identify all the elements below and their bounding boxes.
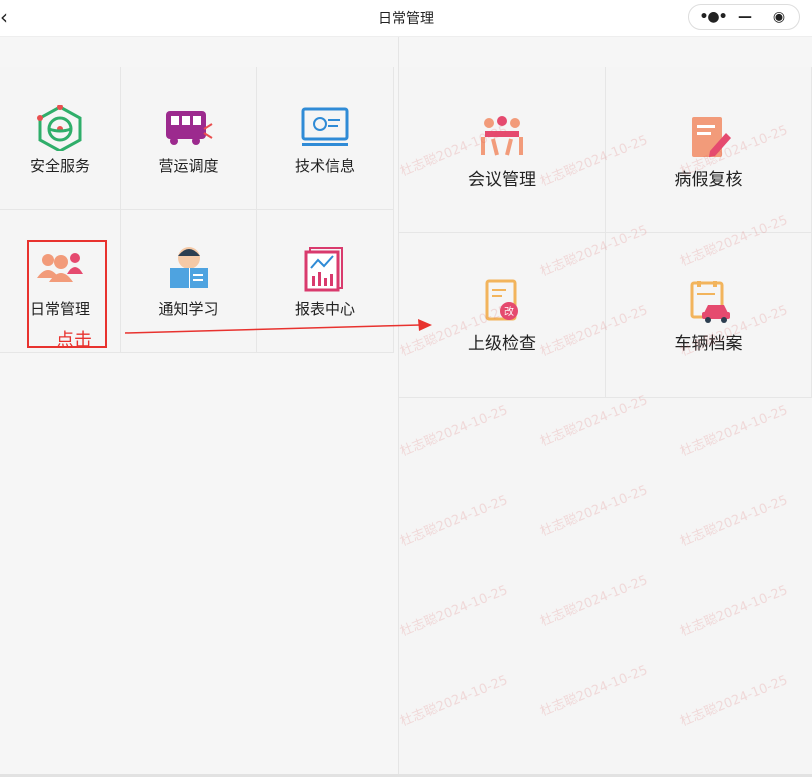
- menu-item-label: 安全服务: [29, 157, 90, 175]
- meeting-icon: [481, 116, 523, 156]
- menu-item-dispatch[interactable]: 营运调度: [121, 67, 257, 210]
- submenu-item-sick-leave-review[interactable]: 病假复核: [606, 67, 812, 233]
- menu-item-label: 通知学习: [158, 300, 219, 318]
- menu-item-label: 技术信息: [294, 157, 355, 175]
- menu-item-tech-info[interactable]: 技术信息: [257, 67, 394, 210]
- menu-item-notice-study[interactable]: 通知学习: [121, 210, 257, 353]
- submenu-item-label: 上级检查: [468, 334, 536, 354]
- menu-item-label: 营运调度: [158, 157, 219, 175]
- submenu-item-meeting[interactable]: 会议管理: [399, 67, 606, 233]
- left-top-strip: [0, 37, 398, 67]
- right-panel: 会议管理 病假复核 改 上级检查 车辆档案: [399, 37, 812, 777]
- steering-wheel-icon: [37, 105, 82, 151]
- minimize-icon[interactable]: —: [727, 5, 763, 29]
- top-bar: ‹ 日常管理 •●• — ◉: [0, 0, 812, 37]
- submenu-item-label: 会议管理: [468, 170, 536, 190]
- svg-text:改: 改: [504, 305, 514, 318]
- bus-icon: [165, 111, 213, 145]
- menu-item-label: 报表中心: [294, 300, 355, 318]
- edit-document-icon: [691, 117, 731, 157]
- car-file-icon: [690, 281, 730, 323]
- left-panel: 安全服务 营运调度 技术信息 日常管理 通知学习 报表中心: [0, 37, 399, 777]
- submenu-item-vehicle-file[interactable]: 车辆档案: [606, 233, 812, 398]
- monitor-gear-icon: [301, 107, 349, 146]
- submenu-item-label: 病假复核: [674, 170, 743, 190]
- mini-program-capsule: •●• — ◉: [688, 4, 800, 30]
- chart-report-icon: [304, 247, 343, 292]
- right-top-strip: [399, 37, 812, 68]
- inspection-doc-icon: 改: [485, 279, 518, 321]
- more-icon[interactable]: •●•: [695, 5, 731, 29]
- click-annotation-label: 点击: [56, 330, 92, 351]
- submenu-item-superior-inspection[interactable]: 改 上级检查: [399, 233, 606, 398]
- close-icon[interactable]: ◉: [761, 5, 797, 29]
- menu-item-report-center[interactable]: 报表中心: [257, 210, 394, 353]
- submenu-item-label: 车辆档案: [674, 334, 743, 354]
- menu-item-safety[interactable]: 安全服务: [0, 67, 121, 210]
- reading-person-icon: [169, 247, 208, 288]
